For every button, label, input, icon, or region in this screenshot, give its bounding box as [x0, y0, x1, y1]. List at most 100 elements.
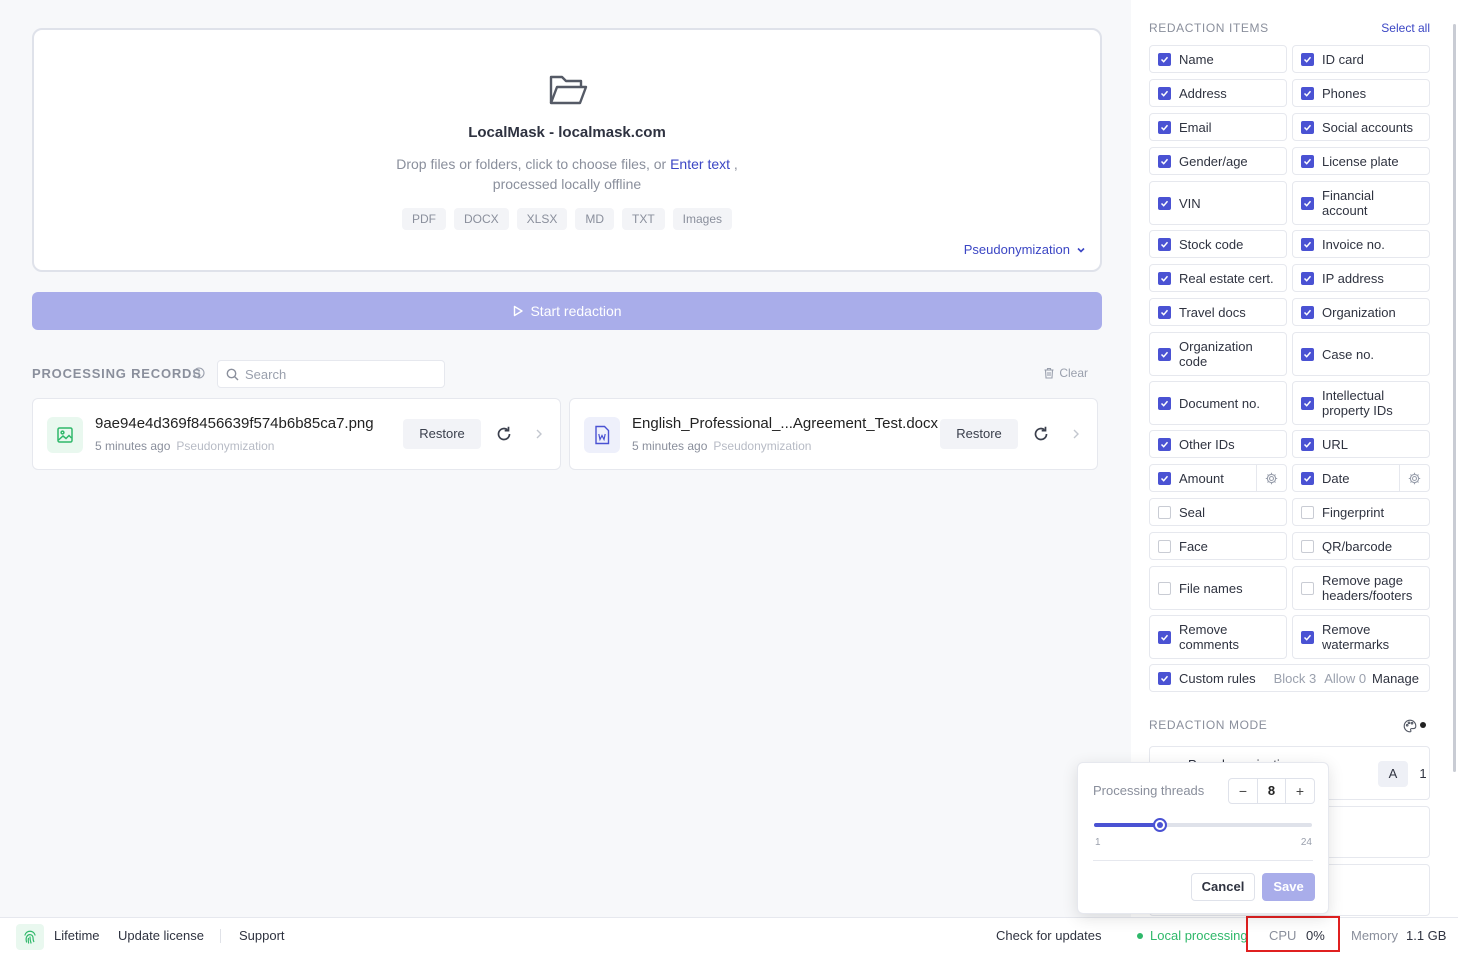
- checkbox[interactable]: [1158, 505, 1171, 519]
- redaction-item[interactable]: IP address: [1292, 264, 1430, 292]
- checkbox[interactable]: [1158, 437, 1171, 451]
- settings-gear-icon[interactable]: [1399, 465, 1429, 491]
- redaction-item[interactable]: Remove watermarks: [1292, 615, 1430, 659]
- redaction-item[interactable]: Address: [1149, 79, 1287, 107]
- redaction-item[interactable]: Invoice no.: [1292, 230, 1430, 258]
- checkbox[interactable]: [1301, 581, 1314, 595]
- checkbox[interactable]: [1301, 471, 1314, 485]
- refresh-icon[interactable]: [495, 425, 513, 443]
- checkbox[interactable]: [1301, 630, 1314, 644]
- theme-dot[interactable]: [1420, 722, 1426, 728]
- redaction-item[interactable]: Date: [1292, 464, 1430, 492]
- redaction-item[interactable]: License plate: [1292, 147, 1430, 175]
- increment-button[interactable]: +: [1286, 779, 1314, 803]
- cancel-button[interactable]: Cancel: [1191, 873, 1255, 901]
- file-dropzone[interactable]: LocalMask - localmask.com Drop files or …: [32, 28, 1102, 272]
- enter-text-link[interactable]: Enter text: [670, 156, 730, 172]
- mode-style-a[interactable]: A: [1378, 761, 1408, 787]
- checkbox[interactable]: [1301, 396, 1314, 410]
- mode-dropdown[interactable]: Pseudonymization: [964, 242, 1086, 257]
- checkbox[interactable]: [1158, 52, 1171, 66]
- checkbox[interactable]: [1301, 305, 1314, 319]
- support-link[interactable]: Support: [239, 928, 285, 943]
- checkbox[interactable]: [1301, 271, 1314, 285]
- checkbox[interactable]: [1301, 437, 1314, 451]
- checkbox[interactable]: [1158, 471, 1171, 485]
- redaction-item[interactable]: Social accounts: [1292, 113, 1430, 141]
- checkbox[interactable]: [1158, 237, 1171, 251]
- checkbox[interactable]: [1301, 347, 1314, 361]
- info-icon[interactable]: [193, 367, 205, 379]
- mode-style-1[interactable]: 1: [1408, 761, 1438, 787]
- redaction-item[interactable]: Intellectual property IDs: [1292, 381, 1430, 425]
- checkbox[interactable]: [1301, 52, 1314, 66]
- redaction-item[interactable]: Organization: [1292, 298, 1430, 326]
- checkbox[interactable]: [1158, 271, 1171, 285]
- save-button[interactable]: Save: [1262, 873, 1315, 901]
- redaction-item[interactable]: Stock code: [1149, 230, 1287, 258]
- checkbox[interactable]: [1301, 154, 1314, 168]
- palette-icon[interactable]: [1403, 719, 1417, 733]
- checkbox[interactable]: [1158, 539, 1171, 553]
- update-license-link[interactable]: Update license: [118, 928, 204, 943]
- select-all-link[interactable]: Select all: [1381, 21, 1430, 35]
- checkbox[interactable]: [1158, 196, 1171, 210]
- redaction-item[interactable]: Other IDs: [1149, 430, 1287, 458]
- redaction-item[interactable]: Travel docs: [1149, 298, 1287, 326]
- chevron-right-icon[interactable]: [533, 427, 545, 441]
- redaction-item[interactable]: VIN: [1149, 181, 1287, 225]
- redaction-item[interactable]: Document no.: [1149, 381, 1287, 425]
- refresh-icon[interactable]: [1032, 425, 1050, 443]
- threads-slider[interactable]: [1094, 818, 1312, 832]
- slider-handle[interactable]: [1153, 818, 1168, 832]
- check-updates-link[interactable]: Check for updates: [996, 928, 1102, 943]
- record-card[interactable]: English_Professional_...Agreement_Test.d…: [569, 398, 1098, 470]
- restore-button[interactable]: Restore: [403, 419, 481, 449]
- checkbox[interactable]: [1158, 671, 1171, 685]
- checkbox[interactable]: [1158, 396, 1171, 410]
- redaction-item[interactable]: Remove comments: [1149, 615, 1287, 659]
- chevron-right-icon[interactable]: [1070, 427, 1082, 441]
- redaction-item[interactable]: Phones: [1292, 79, 1430, 107]
- threads-value[interactable]: 8: [1257, 779, 1286, 803]
- redaction-item[interactable]: QR/barcode: [1292, 532, 1430, 560]
- checkbox[interactable]: [1158, 86, 1171, 100]
- redaction-item[interactable]: Face: [1149, 532, 1287, 560]
- redaction-item[interactable]: File names: [1149, 566, 1287, 610]
- checkbox[interactable]: [1301, 86, 1314, 100]
- start-redaction-button[interactable]: Start redaction: [32, 292, 1102, 330]
- restore-button[interactable]: Restore: [940, 419, 1018, 449]
- redaction-item[interactable]: Real estate cert.: [1149, 264, 1287, 292]
- checkbox[interactable]: [1158, 581, 1171, 595]
- clear-records-button[interactable]: Clear: [1043, 366, 1088, 380]
- redaction-item[interactable]: Gender/age: [1149, 147, 1287, 175]
- redaction-item[interactable]: ID card: [1292, 45, 1430, 73]
- search-input[interactable]: [245, 366, 425, 382]
- checkbox[interactable]: [1301, 505, 1314, 519]
- redaction-item[interactable]: Amount: [1149, 464, 1287, 492]
- redaction-item[interactable]: URL: [1292, 430, 1430, 458]
- scrollbar-thumb[interactable]: [1453, 24, 1456, 772]
- checkbox[interactable]: [1301, 237, 1314, 251]
- redaction-item[interactable]: Seal: [1149, 498, 1287, 526]
- checkbox[interactable]: [1158, 630, 1171, 644]
- redaction-item[interactable]: Name: [1149, 45, 1287, 73]
- redaction-item[interactable]: Organization code: [1149, 332, 1287, 376]
- checkbox[interactable]: [1158, 347, 1171, 361]
- checkbox[interactable]: [1301, 196, 1314, 210]
- checkbox[interactable]: [1301, 539, 1314, 553]
- decrement-button[interactable]: −: [1229, 779, 1257, 803]
- record-card[interactable]: 9ae94e4d369f8456639f574b6b85ca7.png 5 mi…: [32, 398, 561, 470]
- settings-gear-icon[interactable]: [1256, 465, 1286, 491]
- checkbox[interactable]: [1301, 120, 1314, 134]
- checkbox[interactable]: [1158, 120, 1171, 134]
- redaction-item[interactable]: Case no.: [1292, 332, 1430, 376]
- sidebar-scrollbar[interactable]: [1450, 0, 1458, 917]
- checkbox[interactable]: [1158, 305, 1171, 319]
- redaction-item[interactable]: Remove page headers/footers: [1292, 566, 1430, 610]
- redaction-item[interactable]: Email: [1149, 113, 1287, 141]
- redaction-item[interactable]: Fingerprint: [1292, 498, 1430, 526]
- redaction-item[interactable]: Financial account: [1292, 181, 1430, 225]
- checkbox[interactable]: [1158, 154, 1171, 168]
- manage-rules-link[interactable]: Manage: [1372, 671, 1419, 686]
